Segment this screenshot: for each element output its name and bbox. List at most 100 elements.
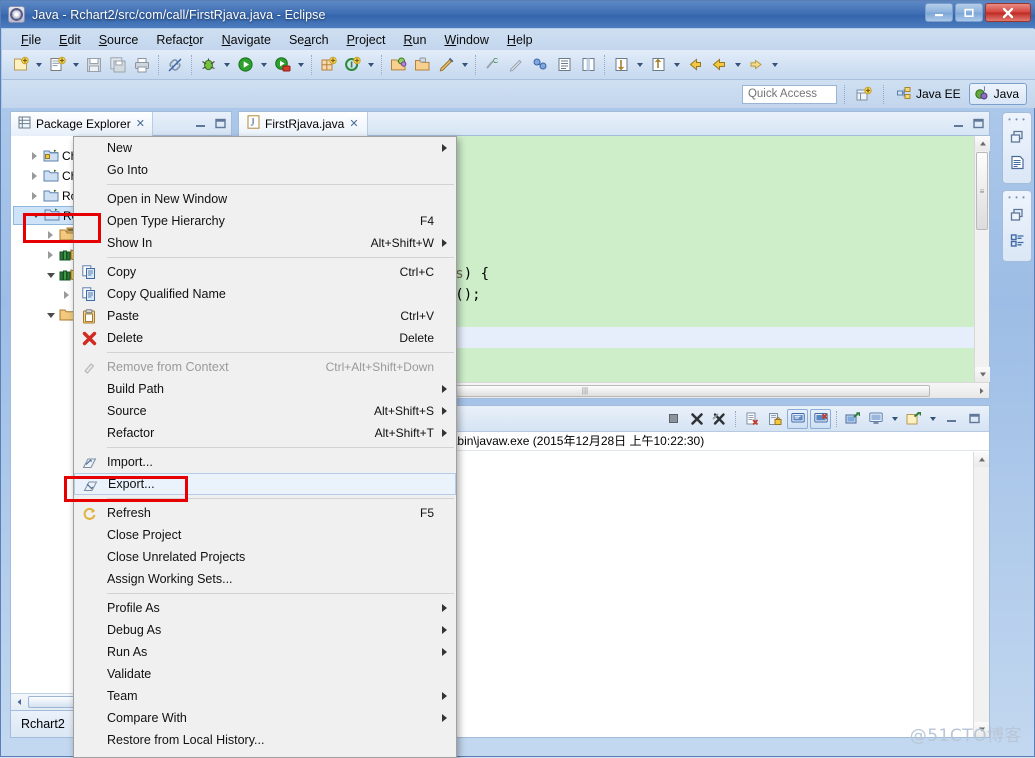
block-selection-icon[interactable] <box>576 53 600 77</box>
menu-help[interactable]: Help <box>498 31 542 49</box>
menu-navigate[interactable]: Navigate <box>213 31 280 49</box>
menu-item-show-in[interactable]: Show In Alt+Shift+W <box>74 232 456 254</box>
close-button[interactable] <box>985 3 1031 22</box>
twisty-collapsed-icon[interactable] <box>29 172 40 180</box>
twisty-expanded-icon[interactable] <box>45 272 56 278</box>
maximize-icon[interactable] <box>214 117 227 130</box>
restore-icon[interactable] <box>1006 126 1028 148</box>
menu-item-build-path[interactable]: Build Path <box>74 378 456 400</box>
menu-edit[interactable]: Edit <box>50 31 90 49</box>
next-annotation-icon[interactable] <box>609 53 633 77</box>
open-type-icon[interactable] <box>386 53 410 77</box>
menu-item-debug-as[interactable]: Debug As <box>74 619 456 641</box>
scroll-down-icon[interactable] <box>975 367 990 382</box>
new-wizard-dropdown-icon[interactable] <box>32 53 45 77</box>
previous-annotation-dropdown-icon[interactable] <box>670 53 683 77</box>
open-console-dropdown-icon[interactable] <box>926 407 939 431</box>
minimize-icon[interactable] <box>194 117 207 130</box>
print-icon[interactable] <box>130 53 154 77</box>
menu-item-close-unrelated-projects[interactable]: Close Unrelated Projects <box>74 546 456 568</box>
editor-vertical-scrollbar[interactable]: ≡ <box>974 136 990 382</box>
menu-run[interactable]: Run <box>394 31 435 49</box>
run-icon[interactable] <box>233 53 257 77</box>
menu-item-refresh[interactable]: Refresh F5 <box>74 502 456 524</box>
new-annotation-icon[interactable] <box>340 53 364 77</box>
menu-item-copy[interactable]: Copy Ctrl+C <box>74 261 456 283</box>
menu-item-go-into[interactable]: Go Into <box>74 159 456 181</box>
pencil-icon[interactable] <box>504 53 528 77</box>
terminate-icon[interactable] <box>663 409 684 429</box>
scroll-lock-icon[interactable] <box>764 409 785 429</box>
drag-handle[interactable]: • • • <box>1008 194 1026 202</box>
link-break-icon[interactable] <box>163 53 187 77</box>
run-external-tools-icon[interactable] <box>270 53 294 77</box>
open-task-icon[interactable] <box>410 53 434 77</box>
menu-item-copy-qualified-name[interactable]: Copy Qualified Name <box>74 283 456 305</box>
new-package-dropdown-icon[interactable] <box>458 53 471 77</box>
menu-item-new[interactable]: New <box>74 137 456 159</box>
save-icon[interactable] <box>82 53 106 77</box>
search-c-icon[interactable]: C <box>480 53 504 77</box>
menu-item-team[interactable]: Team <box>74 685 456 707</box>
open-console-icon[interactable] <box>903 409 924 429</box>
menu-refactor[interactable]: Refactor <box>147 31 212 49</box>
clear-console-icon[interactable] <box>741 409 762 429</box>
twisty-expanded-icon[interactable] <box>30 213 41 218</box>
close-icon[interactable]: ✕ <box>349 117 358 130</box>
show-whitespace-icon[interactable] <box>552 53 576 77</box>
menu-search[interactable]: Search <box>280 31 338 49</box>
menu-item-validate[interactable]: Validate <box>74 663 456 685</box>
debug-icon[interactable] <box>196 53 220 77</box>
scrollbar-thumb[interactable]: ≡ <box>976 152 988 230</box>
scroll-left-icon[interactable] <box>11 695 27 710</box>
run-dropdown-icon[interactable] <box>257 53 270 77</box>
context-menu[interactable]: New Go Into Open in New Window Open Type… <box>73 136 457 758</box>
toggle-mark-occurrences-icon[interactable] <box>528 53 552 77</box>
forward-arrow-icon[interactable] <box>744 53 768 77</box>
menu-file[interactable]: File <box>12 31 50 49</box>
remove-all-terminated-icon[interactable] <box>709 409 730 429</box>
minimize-button[interactable] <box>925 3 953 22</box>
debug-dropdown-icon[interactable] <box>220 53 233 77</box>
new-java-class-icon[interactable] <box>45 53 69 77</box>
show-console-on-output-icon[interactable] <box>787 408 808 429</box>
twisty-collapsed-icon[interactable] <box>29 192 40 200</box>
menu-item-open-type-hierarchy[interactable]: Open Type Hierarchy F4 <box>74 210 456 232</box>
twisty-collapsed-icon[interactable] <box>29 152 40 160</box>
menu-item-source[interactable]: Source Alt+Shift+S <box>74 400 456 422</box>
tab-package-explorer[interactable]: Package Explorer ✕ <box>11 111 153 136</box>
menu-project[interactable]: Project <box>338 31 395 49</box>
new-annotation-dropdown-icon[interactable] <box>364 53 377 77</box>
minimize-icon[interactable] <box>952 117 965 130</box>
twisty-collapsed-icon[interactable] <box>45 231 56 239</box>
menu-item-refactor[interactable]: Refactor Alt+Shift+T <box>74 422 456 444</box>
new-java-class-dropdown-icon[interactable] <box>69 53 82 77</box>
back-icon[interactable] <box>683 53 707 77</box>
display-selected-console-icon[interactable] <box>865 409 886 429</box>
forward-arrow-dropdown-icon[interactable] <box>768 53 781 77</box>
new-package-icon[interactable] <box>434 53 458 77</box>
menu-item-restore-from-local-history[interactable]: Restore from Local History... <box>74 729 456 751</box>
perspective-java-ee[interactable]: Java EE <box>891 83 969 105</box>
menu-source[interactable]: Source <box>90 31 148 49</box>
remove-launch-icon[interactable] <box>686 409 707 429</box>
menu-item-compare-with[interactable]: Compare With <box>74 707 456 729</box>
twisty-collapsed-icon[interactable] <box>61 291 72 299</box>
menu-item-run-as[interactable]: Run As <box>74 641 456 663</box>
twisty-collapsed-icon[interactable] <box>45 251 56 259</box>
forward-icon[interactable] <box>707 53 731 77</box>
menu-window[interactable]: Window <box>435 31 497 49</box>
menu-item-delete[interactable]: Delete Delete <box>74 327 456 349</box>
menu-item-open-in-new-window[interactable]: Open in New Window <box>74 188 456 210</box>
close-icon[interactable]: ✕ <box>136 117 145 130</box>
menu-item-import[interactable]: Import... <box>74 451 456 473</box>
scroll-up-icon[interactable] <box>974 452 989 467</box>
menu-item-close-project[interactable]: Close Project <box>74 524 456 546</box>
pin-console-icon[interactable] <box>842 409 863 429</box>
maximize-icon[interactable] <box>964 409 985 429</box>
restore-icon[interactable] <box>1006 204 1028 226</box>
new-java-project-icon[interactable] <box>316 53 340 77</box>
display-console-dropdown-icon[interactable] <box>888 407 901 431</box>
menu-item-export[interactable]: Export... <box>74 473 456 495</box>
scroll-up-icon[interactable] <box>975 136 990 151</box>
